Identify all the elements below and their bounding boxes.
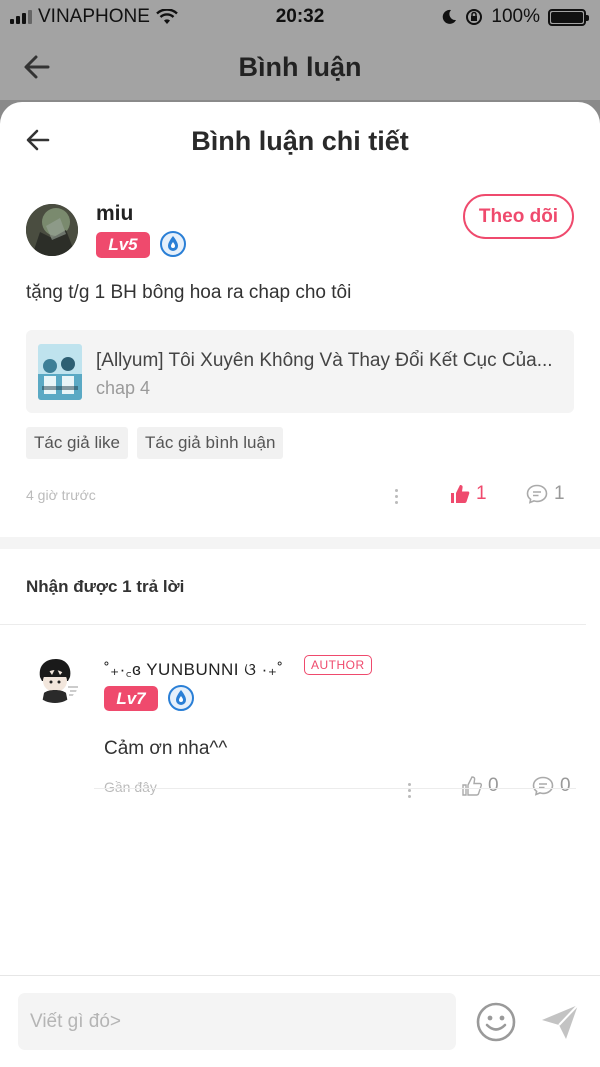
rotation-lock-icon [466, 9, 483, 25]
like-button[interactable]: 1 [450, 483, 487, 505]
comment-username[interactable]: miu [96, 202, 133, 226]
background-nav: Bình luận [0, 34, 600, 100]
reply-button[interactable]: 1 [526, 483, 565, 505]
follow-button[interactable]: Theo dõi [463, 194, 574, 239]
tag-author-like: Tác giả like [26, 427, 128, 459]
sheet-title: Bình luận chi tiết [191, 125, 409, 156]
level-badge: Lv5 [96, 232, 150, 258]
author-badge: AUTHOR [304, 655, 372, 675]
avatar[interactable] [30, 653, 80, 703]
section-divider [0, 537, 600, 549]
thumbs-up-icon [462, 776, 482, 796]
chapter-card[interactable]: [Allyum] Tôi Xuyên Không Và Thay Đổi Kết… [26, 330, 574, 413]
reply-count: 0 [560, 775, 571, 796]
reply-count: 1 [554, 483, 565, 504]
more-options-icon[interactable] [395, 489, 398, 504]
comment-time: 4 giờ trước [26, 487, 96, 503]
replies-heading: Nhận được 1 trả lời [0, 549, 586, 625]
status-right: 100% [441, 6, 589, 28]
rank-badge-icon [160, 231, 186, 257]
level-badge: Lv7 [104, 686, 158, 711]
carrier-label: VINAPHONE [38, 6, 150, 27]
reply-divider [94, 788, 576, 789]
reply-meta: Gần đây 0 0 [104, 775, 576, 811]
signal-icon [10, 10, 32, 24]
comment-tags: Tác giả like Tác giả bình luận [26, 427, 574, 459]
reply-username[interactable]: ˚₊·꜀ɞ YUNBUNNI ଓ ·₊˚ [104, 657, 283, 680]
like-count: 1 [476, 483, 487, 504]
back-arrow-icon[interactable] [24, 126, 52, 154]
sheet-header: Bình luận chi tiết [0, 102, 600, 180]
comment-text: tặng t/g 1 BH bông hoa ra chap cho tôi [26, 282, 352, 303]
wifi-icon [156, 9, 178, 24]
more-options-icon[interactable] [408, 783, 411, 798]
battery-percent: 100% [491, 6, 540, 27]
send-icon[interactable] [540, 1003, 580, 1041]
comment-detail-sheet: Bình luận chi tiết miu Lv5 Theo dõi tặng… [0, 102, 600, 1067]
back-arrow-icon[interactable] [22, 52, 52, 82]
rank-badge-icon [168, 685, 194, 711]
avatar[interactable] [26, 204, 78, 256]
thumbs-up-icon [451, 485, 470, 503]
like-button[interactable]: 0 [462, 775, 499, 797]
emoji-icon[interactable] [475, 1001, 517, 1043]
reply-item: ˚₊·꜀ɞ YUNBUNNI ଓ ·₊˚ AUTHOR Lv7 Cảm ơn n… [0, 625, 600, 805]
comment-input-bar [0, 975, 600, 1067]
reply-button[interactable]: 0 [532, 775, 571, 797]
comment-bubble-icon [526, 484, 548, 504]
comment-meta: 4 giờ trước 1 1 [26, 477, 574, 517]
main-comment: miu Lv5 Theo dõi tặng t/g 1 BH bông hoa … [0, 194, 600, 517]
like-count: 0 [488, 775, 499, 796]
reply-time: Gần đây [104, 779, 157, 795]
status-left: VINAPHONE [10, 6, 178, 28]
comment-bubble-icon [532, 776, 554, 796]
chapter-title: [Allyum] Tôi Xuyên Không Và Thay Đổi Kết… [96, 350, 553, 371]
battery-icon [548, 8, 589, 26]
chapter-subtitle: chap 4 [96, 378, 151, 398]
status-bar: VINAPHONE 20:32 100% [0, 0, 600, 34]
background-nav-title: Bình luận [238, 51, 362, 82]
comment-input[interactable] [18, 993, 456, 1050]
tag-author-commented: Tác giả bình luận [136, 427, 284, 459]
reply-text: Cảm ơn nha^^ [104, 738, 228, 759]
moon-icon [443, 9, 457, 24]
comment-user-row: miu Lv5 Theo dõi [26, 194, 574, 268]
chapter-thumbnail [38, 344, 82, 400]
